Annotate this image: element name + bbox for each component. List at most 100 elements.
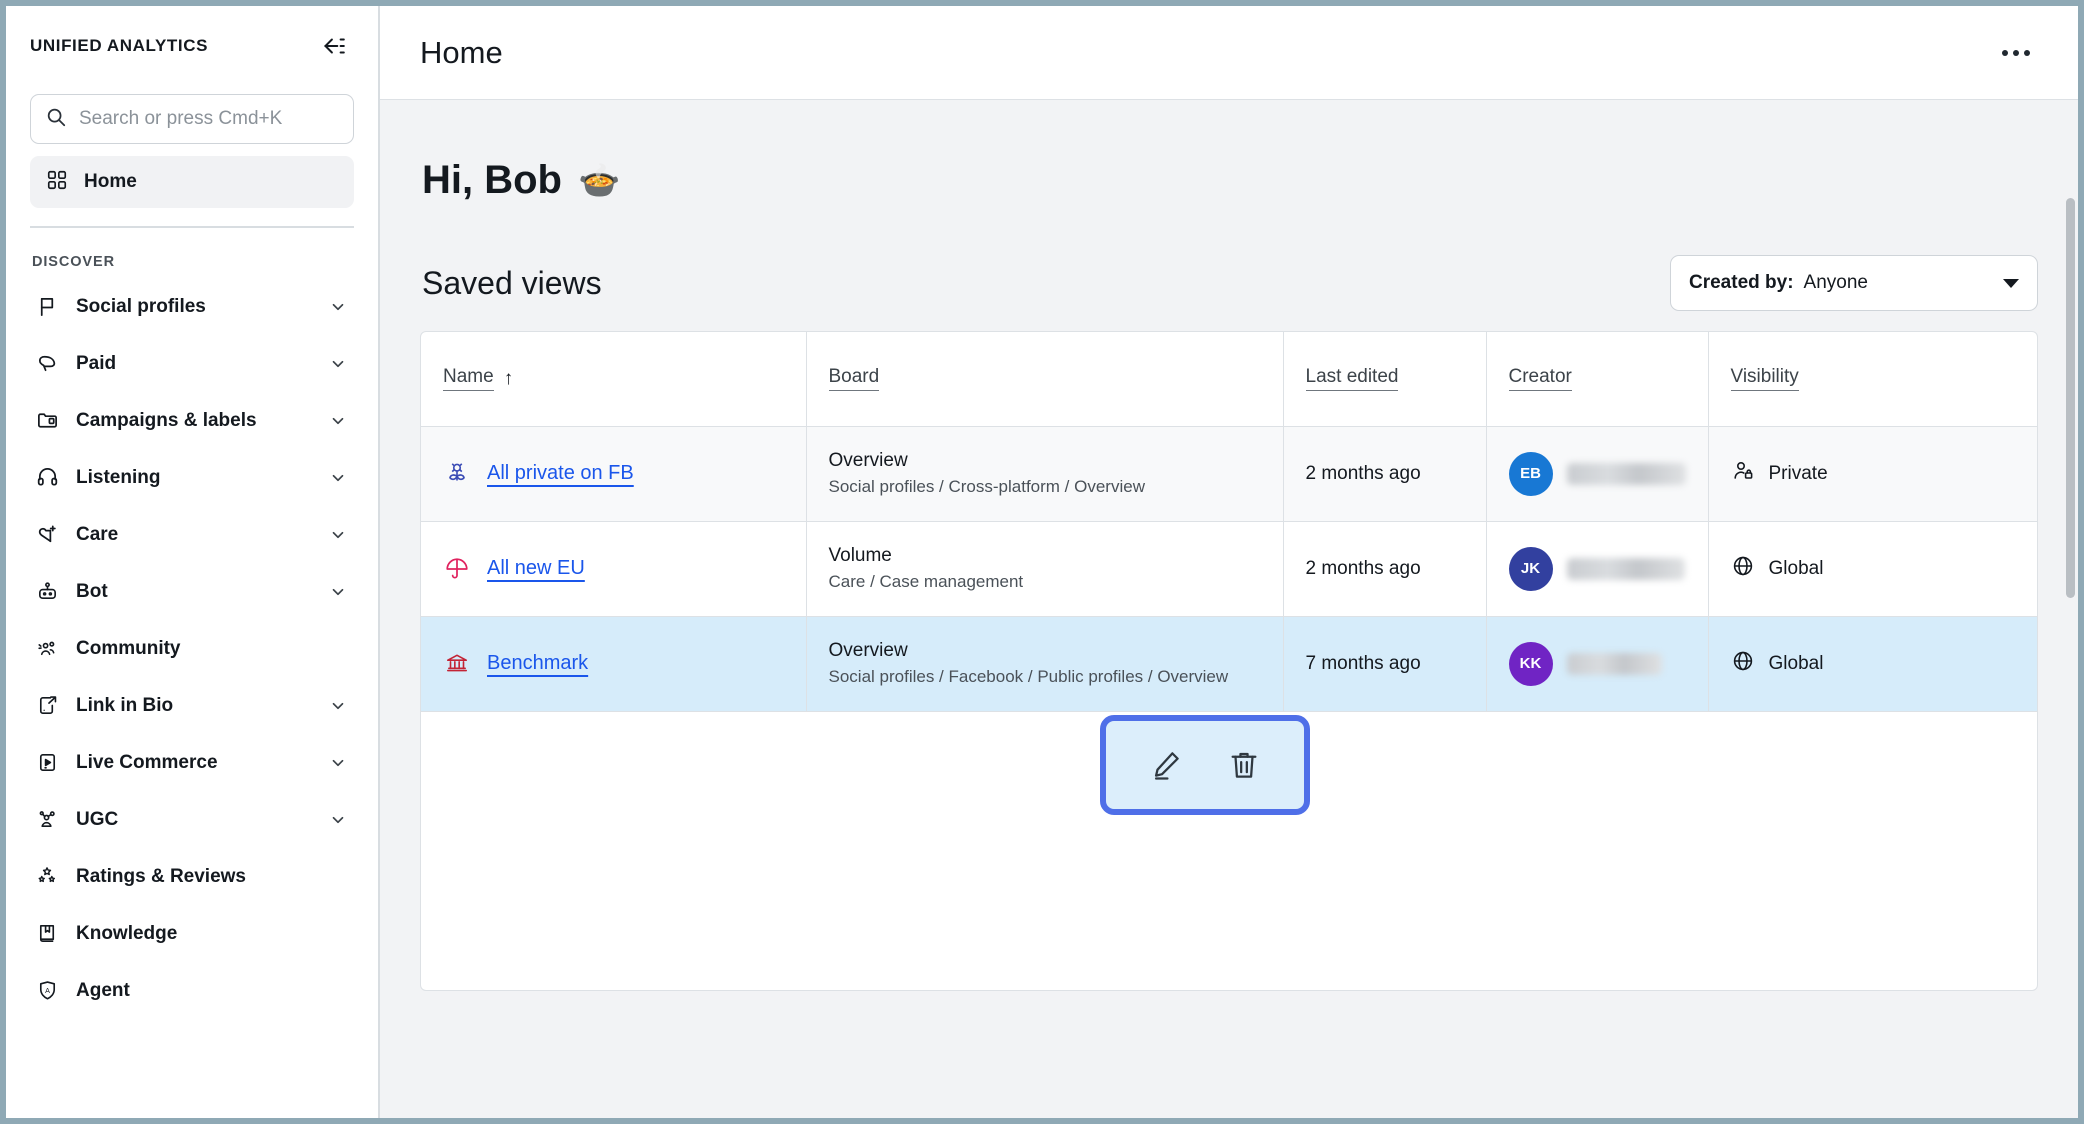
cell-creator: JK bbox=[1486, 521, 1708, 616]
board-path: Care / Case management bbox=[829, 570, 1261, 594]
sidebar-item-label: Care bbox=[76, 524, 328, 546]
chevron-down-icon[interactable] bbox=[328, 297, 348, 317]
last-edited-value: 2 months ago bbox=[1306, 463, 1421, 484]
content-area: Hi, Bob 🍲 Saved views Created by: Anyone bbox=[380, 100, 2078, 1118]
table-row[interactable]: All private on FB Overview Social profil… bbox=[421, 426, 2037, 521]
play-square-icon bbox=[32, 748, 62, 778]
cell-name: All new EU bbox=[421, 521, 806, 616]
sidebar-item-link-in-bio[interactable]: Link in Bio bbox=[6, 677, 378, 734]
dot bbox=[2002, 50, 2008, 56]
column-header-label: Board bbox=[829, 366, 880, 391]
search-input[interactable]: Search or press Cmd+K bbox=[30, 94, 354, 144]
column-header-label: Name bbox=[443, 366, 494, 391]
sidebar-item-agent[interactable]: A Agent bbox=[6, 962, 378, 1019]
chevron-down-icon[interactable] bbox=[328, 468, 348, 488]
board-title: Overview bbox=[829, 448, 1261, 474]
chevron-down-icon[interactable] bbox=[328, 525, 348, 545]
sort-ascending-icon[interactable]: ↑ bbox=[504, 368, 514, 390]
sidebar-item-bot[interactable]: Bot bbox=[6, 563, 378, 620]
column-header-last-edited[interactable]: Last edited bbox=[1283, 332, 1486, 426]
cell-board: Volume Care / Case management bbox=[806, 521, 1283, 616]
page-title: Home bbox=[420, 35, 503, 71]
chevron-down-icon[interactable] bbox=[328, 696, 348, 716]
column-header-visibility[interactable]: Visibility bbox=[1708, 332, 2037, 426]
last-edited-value: 7 months ago bbox=[1306, 653, 1421, 674]
column-header-board[interactable]: Board bbox=[806, 332, 1283, 426]
sidebar-item-live-commerce[interactable]: Live Commerce bbox=[6, 734, 378, 791]
headphones-icon bbox=[32, 463, 62, 493]
chevron-down-icon[interactable] bbox=[328, 582, 348, 602]
column-header-label: Creator bbox=[1509, 366, 1572, 391]
cell-name: All private on FB bbox=[421, 426, 806, 521]
table-row[interactable]: All new EU Volume Care / Case management… bbox=[421, 521, 2037, 616]
sidebar-item-paid[interactable]: Paid bbox=[6, 335, 378, 392]
sidebar-item-social-profiles[interactable]: Social profiles bbox=[6, 278, 378, 335]
sidebar-item-community[interactable]: Community bbox=[6, 620, 378, 677]
collapse-panel-icon[interactable] bbox=[316, 29, 350, 63]
saved-view-link[interactable]: All private on FB bbox=[487, 462, 634, 485]
dot bbox=[2024, 50, 2030, 56]
cell-board: Overview Social profiles / Facebook / Pu… bbox=[806, 616, 1283, 711]
sidebar-header: UNIFIED ANALYTICS bbox=[6, 6, 378, 86]
saved-views-table: Name ↑ Board Last bbox=[421, 332, 2037, 712]
sidebar-item-care[interactable]: Care bbox=[6, 506, 378, 563]
sidebar-item-label: Live Commerce bbox=[76, 752, 328, 774]
created-by-filter[interactable]: Created by: Anyone bbox=[1670, 255, 2038, 311]
search-placeholder: Search or press Cmd+K bbox=[79, 108, 282, 130]
cell-visibility: Global bbox=[1708, 521, 2037, 616]
sidebar-item-ratings-reviews[interactable]: Ratings & Reviews bbox=[6, 848, 378, 905]
more-options-icon[interactable] bbox=[1994, 31, 2038, 75]
column-header-label: Visibility bbox=[1731, 366, 1799, 391]
visibility-value: Private bbox=[1769, 463, 1828, 485]
sidebar-item-home-label: Home bbox=[84, 171, 137, 193]
sidebar-item-listening[interactable]: Listening bbox=[6, 449, 378, 506]
avatar: KK bbox=[1509, 642, 1553, 686]
sidebar-item-home[interactable]: Home bbox=[30, 156, 354, 208]
table-row[interactable]: Benchmark Overview Social profiles / Fac… bbox=[421, 616, 2037, 711]
sidebar-item-label: Campaigns & labels bbox=[76, 410, 328, 432]
sidebar-item-label: Social profiles bbox=[76, 296, 328, 318]
chevron-down-icon[interactable] bbox=[328, 354, 348, 374]
globe-icon bbox=[1731, 649, 1755, 678]
dot bbox=[2013, 50, 2019, 56]
svg-text:A: A bbox=[45, 987, 50, 995]
chevron-down-icon[interactable] bbox=[328, 810, 348, 830]
column-header-name[interactable]: Name ↑ bbox=[421, 332, 806, 426]
sidebar-item-label: Ratings & Reviews bbox=[76, 866, 348, 888]
scrollbar-thumb[interactable] bbox=[2066, 198, 2075, 598]
trash-icon[interactable] bbox=[1222, 743, 1266, 787]
chevron-down-icon[interactable] bbox=[328, 753, 348, 773]
column-header-label: Last edited bbox=[1306, 366, 1399, 391]
visibility-value: Global bbox=[1769, 558, 1824, 580]
created-by-value: Anyone bbox=[1804, 272, 1993, 294]
visibility-value: Global bbox=[1769, 653, 1824, 675]
sidebar-item-label: Bot bbox=[76, 581, 328, 603]
last-edited-value: 2 months ago bbox=[1306, 558, 1421, 579]
column-header-creator[interactable]: Creator bbox=[1486, 332, 1708, 426]
sidebar-item-ugc[interactable]: UGC bbox=[6, 791, 378, 848]
saved-views-header: Saved views Created by: Anyone bbox=[420, 255, 2038, 311]
vertical-scrollbar[interactable] bbox=[2064, 196, 2076, 1114]
sidebar-item-label: Community bbox=[76, 638, 348, 660]
board-path: Social profiles / Cross-platform / Overv… bbox=[829, 475, 1261, 499]
saved-view-link[interactable]: Benchmark bbox=[487, 652, 588, 675]
sidebar-item-label: Agent bbox=[76, 980, 348, 1002]
pencil-icon[interactable] bbox=[1144, 743, 1188, 787]
cell-last-edited: 2 months ago bbox=[1283, 521, 1486, 616]
sidebar-search-wrap: Search or press Cmd+K bbox=[6, 86, 378, 144]
saved-view-link[interactable]: All new EU bbox=[487, 557, 585, 580]
table-header: Name ↑ Board Last bbox=[421, 332, 2037, 426]
flag-icon bbox=[32, 292, 62, 322]
pot-of-food-icon: 🍲 bbox=[578, 161, 620, 201]
cell-last-edited: 2 months ago bbox=[1283, 426, 1486, 521]
cell-visibility: Global bbox=[1708, 616, 2037, 711]
megaphone-icon bbox=[32, 349, 62, 379]
grid-icon bbox=[46, 169, 68, 196]
sidebar-item-label: Link in Bio bbox=[76, 695, 328, 717]
row-actions-highlight bbox=[1100, 715, 1310, 815]
sidebar-item-campaigns-labels[interactable]: Campaigns & labels bbox=[6, 392, 378, 449]
sidebar: UNIFIED ANALYTICS Search or press Cmd+K bbox=[6, 6, 380, 1118]
umbrella-icon bbox=[443, 555, 471, 583]
chevron-down-icon[interactable] bbox=[328, 411, 348, 431]
sidebar-item-knowledge[interactable]: Knowledge bbox=[6, 905, 378, 962]
